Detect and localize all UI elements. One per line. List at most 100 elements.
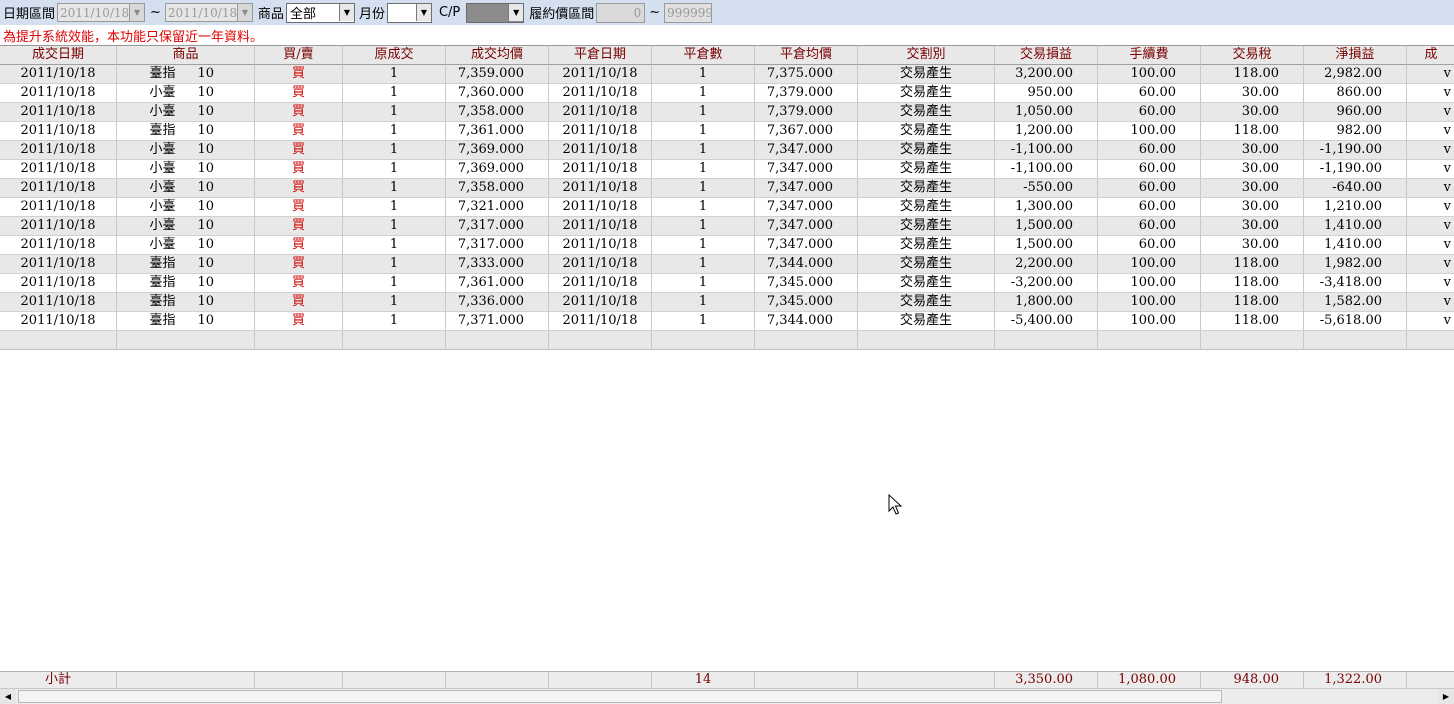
subtotal-settlement-type <box>858 672 995 689</box>
cell-close-qty: 1 <box>652 293 755 312</box>
product-month: 10 <box>197 85 215 100</box>
product-name: 小臺 <box>149 180 176 195</box>
strike-from-input[interactable]: 0 <box>596 2 646 23</box>
table-row[interactable]: 2011/10/18 小臺 10 買 1 7,321.000 2011/10/18 1 7,34… <box>0 198 1454 217</box>
cell-trade-date: 2011/10/18 <box>0 65 117 84</box>
cell-close-date: 2011/10/18 <box>549 255 652 274</box>
column-header-close-avg-price[interactable]: 平倉均價 <box>755 46 858 65</box>
chevron-down-icon[interactable]: ▼ <box>415 4 431 21</box>
table-row[interactable]: 2011/10/18 小臺 10 買 1 7,360.000 2011/10/18 1 7,37… <box>0 84 1454 103</box>
cell-trade-extra: v <box>1407 160 1454 179</box>
cell-trade-date: 2011/10/18 <box>0 236 117 255</box>
cell-avg-price: 7,360.000 <box>446 84 549 103</box>
empty-cell <box>1098 331 1201 350</box>
cell-original-qty: 1 <box>343 274 446 293</box>
cell-settlement-type: 交易產生 <box>858 103 995 122</box>
cell-product: 小臺 10 <box>117 217 255 236</box>
cell-fee: 60.00 <box>1098 217 1201 236</box>
product-month: 10 <box>197 294 215 309</box>
date-to-picker[interactable]: 2011/10/18 ▼ <box>164 3 253 22</box>
product-month: 10 <box>197 313 215 328</box>
subtotal-product <box>117 672 255 689</box>
table-row[interactable]: 2011/10/18 臺指 10 買 1 7,371.000 2011/10/18 1 7,34… <box>0 312 1454 331</box>
scrollbar-track[interactable] <box>16 689 1438 704</box>
cell-avg-price: 7,371.000 <box>446 312 549 331</box>
month-select[interactable]: ▼ <box>386 2 432 23</box>
chevron-down-icon[interactable]: ▼ <box>129 4 145 21</box>
cell-close-qty: 1 <box>652 198 755 217</box>
column-header-original-qty[interactable]: 原成交 <box>343 46 446 65</box>
cell-product: 小臺 10 <box>117 160 255 179</box>
column-header-close-date[interactable]: 平倉日期 <box>549 46 652 65</box>
arrow-left-icon[interactable]: ◀ <box>0 689 16 704</box>
strike-range-label: 履約價區間 <box>529 7 595 22</box>
empty-cell <box>755 331 858 350</box>
cell-trading-pnl: -5,400.00 <box>995 312 1098 331</box>
retention-notice: 為提升系統效能，本功能只保留近一年資料。 <box>3 30 264 45</box>
date-range-separator: ~ <box>150 5 161 20</box>
chevron-down-icon[interactable]: ▼ <box>508 4 524 21</box>
cell-close-date: 2011/10/18 <box>549 160 652 179</box>
column-header-close-qty[interactable]: 平倉數 <box>652 46 755 65</box>
table-row[interactable]: 2011/10/18 臺指 10 買 1 7,359.000 2011/10/18 1 7,37… <box>0 65 1454 84</box>
cell-close-date: 2011/10/18 <box>549 198 652 217</box>
product-month: 10 <box>197 180 215 195</box>
product-month: 10 <box>197 199 215 214</box>
cell-trade-extra: v <box>1407 103 1454 122</box>
column-header-avg-price[interactable]: 成交均價 <box>446 46 549 65</box>
cell-product: 臺指 10 <box>117 312 255 331</box>
cell-buy-sell: 買 <box>255 160 343 179</box>
column-header-settlement-type[interactable]: 交割別 <box>858 46 995 65</box>
table-row[interactable]: 2011/10/18 小臺 10 買 1 7,317.000 2011/10/18 1 7,34… <box>0 217 1454 236</box>
table-row[interactable]: 2011/10/18 小臺 10 買 1 7,358.000 2011/10/18 1 7,34… <box>0 179 1454 198</box>
column-header-net-pnl[interactable]: 淨損益 <box>1304 46 1407 65</box>
strike-to-input[interactable]: 999999 <box>664 2 713 23</box>
cell-avg-price: 7,361.000 <box>446 274 549 293</box>
date-from-picker[interactable]: 2011/10/18 ▼ <box>57 3 146 22</box>
product-select[interactable]: 全部 ▼ <box>285 2 355 23</box>
subtotal-trade-date: 小計 <box>0 672 117 689</box>
cell-trade-extra: v <box>1407 84 1454 103</box>
arrow-right-icon[interactable]: ▶ <box>1438 689 1454 704</box>
table-row[interactable]: 2011/10/18 臺指 10 買 1 7,361.000 2011/10/18 1 7,34… <box>0 274 1454 293</box>
cell-trade-extra: v <box>1407 293 1454 312</box>
empty-cell <box>343 331 446 350</box>
column-header-tax[interactable]: 交易稅 <box>1201 46 1304 65</box>
table-row[interactable]: 2011/10/18 臺指 10 買 1 7,336.000 2011/10/18 1 7,34… <box>0 293 1454 312</box>
scrollbar-thumb[interactable] <box>18 690 1222 703</box>
horizontal-scrollbar[interactable]: ◀ ▶ <box>0 688 1454 704</box>
table-row[interactable]: 2011/10/18 小臺 10 買 1 7,369.000 2011/10/18 1 7,34… <box>0 141 1454 160</box>
column-header-trade-extra[interactable]: 成 <box>1407 46 1454 65</box>
cp-select[interactable]: ▼ <box>466 2 525 23</box>
cell-net-pnl: 860.00 <box>1304 84 1407 103</box>
cell-close-avg-price: 7,367.000 <box>755 122 858 141</box>
table-row[interactable]: 2011/10/18 臺指 10 買 1 7,361.000 2011/10/18 1 7,36… <box>0 122 1454 141</box>
chevron-down-icon[interactable]: ▼ <box>338 4 354 21</box>
table-row[interactable]: 2011/10/18 小臺 10 買 1 7,358.000 2011/10/18 1 7,37… <box>0 103 1454 122</box>
column-header-trade-date[interactable]: 成交日期 <box>0 46 117 65</box>
product-name: 小臺 <box>149 218 176 233</box>
cell-close-avg-price: 7,347.000 <box>755 141 858 160</box>
product-month: 10 <box>197 256 215 271</box>
cell-close-avg-price: 7,345.000 <box>755 293 858 312</box>
cell-trade-date: 2011/10/18 <box>0 293 117 312</box>
cell-trading-pnl: 1,500.00 <box>995 217 1098 236</box>
product-name: 小臺 <box>149 199 176 214</box>
table-row[interactable]: 2011/10/18 小臺 10 買 1 7,369.000 2011/10/18 1 7,34… <box>0 160 1454 179</box>
cell-fee: 100.00 <box>1098 255 1201 274</box>
cell-fee: 60.00 <box>1098 179 1201 198</box>
column-header-fee[interactable]: 手續費 <box>1098 46 1201 65</box>
cell-trading-pnl: 1,050.00 <box>995 103 1098 122</box>
cell-tax: 30.00 <box>1201 103 1304 122</box>
chevron-down-icon[interactable]: ▼ <box>236 4 252 21</box>
cell-buy-sell: 買 <box>255 255 343 274</box>
cell-net-pnl: -1,190.00 <box>1304 141 1407 160</box>
table-row[interactable]: 2011/10/18 小臺 10 買 1 7,317.000 2011/10/18 1 7,34… <box>0 236 1454 255</box>
column-header-buy-sell[interactable]: 買/賣 <box>255 46 343 65</box>
subtotal-trade-extra <box>1407 672 1454 689</box>
column-header-trading-pnl[interactable]: 交易損益 <box>995 46 1098 65</box>
column-header-product[interactable]: 商品 <box>117 46 255 65</box>
table-row[interactable]: 2011/10/18 臺指 10 買 1 7,333.000 2011/10/18 1 7,34… <box>0 255 1454 274</box>
cell-settlement-type: 交易產生 <box>858 255 995 274</box>
cell-close-qty: 1 <box>652 65 755 84</box>
